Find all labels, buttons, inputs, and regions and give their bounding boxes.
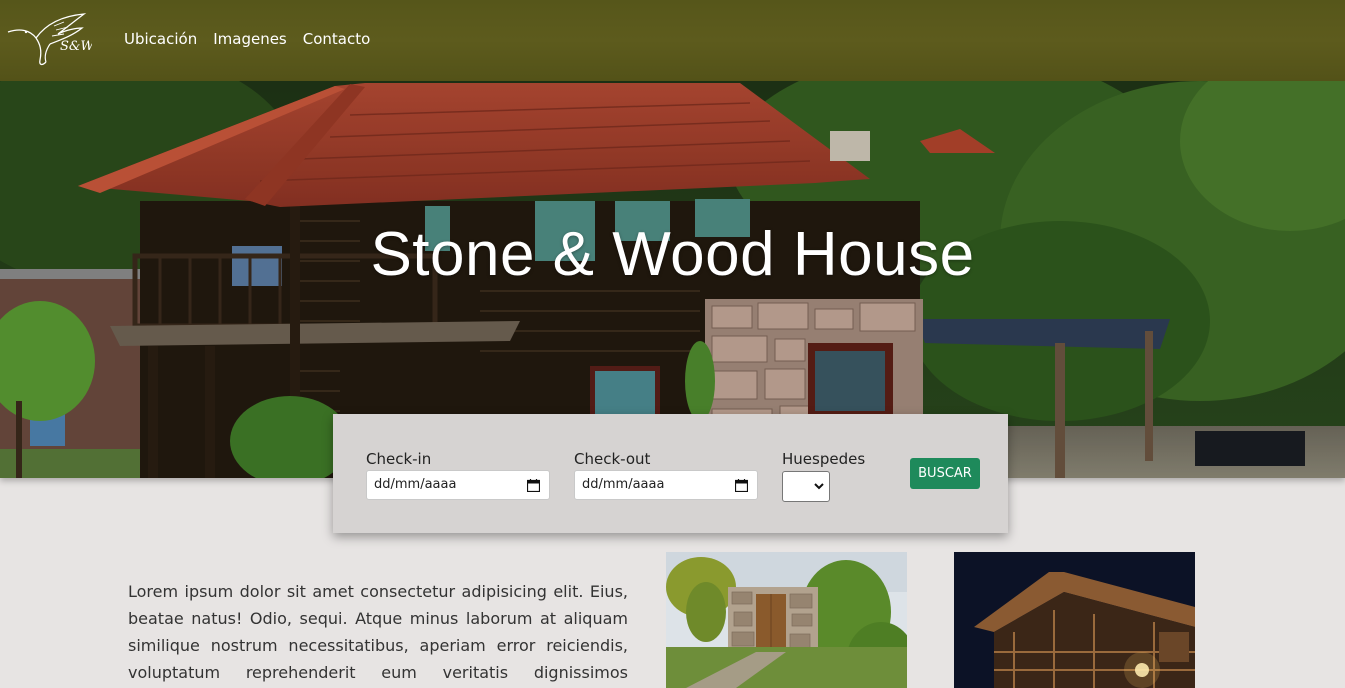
checkin-value: dd/mm/aaaa <box>374 477 457 492</box>
logo-text: S&W <box>60 39 92 54</box>
chevron-down-icon <box>814 483 824 490</box>
checkin-label: Check-in <box>366 450 432 468</box>
checkout-label: Check-out <box>574 450 651 468</box>
checkin-input[interactable]: dd/mm/aaaa <box>366 470 550 500</box>
calendar-icon[interactable] <box>527 479 540 492</box>
cabin-night-photo <box>954 552 1195 688</box>
cabin-night-image <box>954 552 1195 688</box>
booking-form: Check-in dd/mm/aaaa Check-out dd/mm/aaaa… <box>333 414 1008 533</box>
navbar: S&W Ubicación Imagenes Contacto <box>0 0 1345 81</box>
hero-title: Stone & Wood House <box>370 220 975 289</box>
nav-link-imagenes[interactable]: Imagenes <box>213 30 287 48</box>
logo[interactable]: S&W <box>6 10 95 68</box>
gate-image <box>666 552 907 688</box>
nav-links: Ubicación Imagenes Contacto <box>124 30 370 48</box>
nav-link-contacto[interactable]: Contacto <box>303 30 371 48</box>
intro-paragraph: Lorem ipsum dolor sit amet consectetur a… <box>128 582 628 682</box>
search-button[interactable]: BUSCAR <box>910 458 980 489</box>
calendar-icon[interactable] <box>735 479 748 492</box>
checkout-input[interactable]: dd/mm/aaaa <box>574 470 758 500</box>
checkout-value: dd/mm/aaaa <box>582 477 665 492</box>
guests-label: Huespedes <box>782 450 866 468</box>
bird-logo-icon: S&W <box>7 13 95 66</box>
gate-photo <box>666 552 907 688</box>
nav-link-ubicacion[interactable]: Ubicación <box>124 30 197 48</box>
guests-select[interactable] <box>782 471 830 502</box>
